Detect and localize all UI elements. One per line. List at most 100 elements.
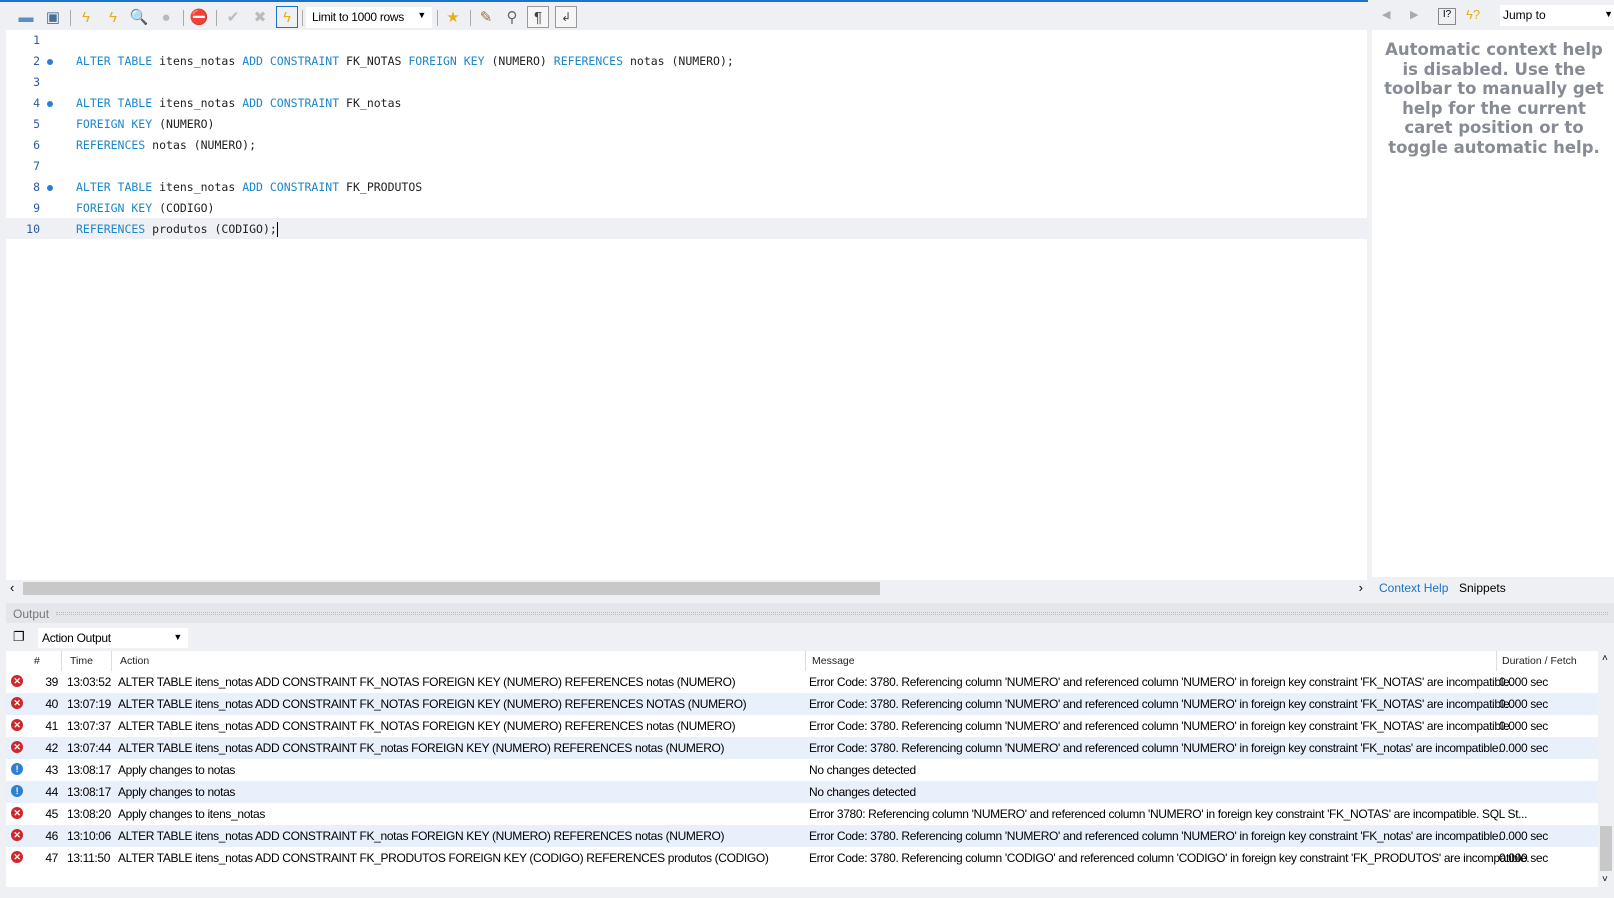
error-icon: ✕ [11, 675, 23, 687]
table-row[interactable]: ✕ 40 13:07:19 ALTER TABLE itens_notas AD… [6, 693, 1598, 715]
row-number: 47 [45, 851, 58, 865]
add-snippet-icon[interactable]: ★ [442, 6, 464, 28]
output-type-select[interactable]: Action Output ▼ [38, 628, 188, 648]
toggle-error-icon[interactable]: ⛔ [188, 6, 210, 28]
scroll-right-icon[interactable]: › [1359, 580, 1363, 595]
row-message: No changes detected [809, 763, 916, 777]
code-line[interactable]: ALTER TABLE itens_notas ADD CONSTRAINT F… [76, 180, 422, 194]
execute-current-icon[interactable]: ϟ [102, 6, 124, 28]
row-message: Error Code: 3780. Referencing column 'NU… [809, 829, 1502, 843]
execute-icon[interactable]: ϟ [75, 6, 97, 28]
sql-keyword: ADD CONSTRAINT [242, 96, 340, 110]
back-icon[interactable]: ◀ [1382, 8, 1390, 21]
column-header-action[interactable]: Action [120, 655, 149, 667]
row-message: Error Code: 3780. Referencing column 'NU… [809, 675, 1513, 689]
row-message: Error Code: 3780. Referencing column 'NU… [809, 741, 1502, 755]
chevron-down-icon: ▼ [417, 10, 426, 20]
table-row[interactable]: ✕ 46 13:10:06 ALTER TABLE itens_notas AD… [6, 825, 1598, 847]
error-icon: ✕ [11, 851, 23, 863]
row-action: ALTER TABLE itens_notas ADD CONSTRAINT F… [118, 719, 736, 733]
row-action: ALTER TABLE itens_notas ADD CONSTRAINT F… [118, 829, 725, 843]
table-row[interactable]: ✕ 39 13:03:52 ALTER TABLE itens_notas AD… [6, 671, 1598, 693]
table-row[interactable]: ✕ 42 13:07:44 ALTER TABLE itens_notas AD… [6, 737, 1598, 759]
limit-rows-select[interactable]: Limit to 1000 rows ▼ [306, 7, 432, 28]
output-panel-header: Output [6, 603, 1614, 623]
table-row[interactable]: ✕ 47 13:11:50 ALTER TABLE itens_notas AD… [6, 847, 1598, 869]
row-action: ALTER TABLE itens_notas ADD CONSTRAINT F… [118, 697, 747, 711]
row-time: 13:10:06 [67, 829, 111, 843]
jump-to-label: Jump to [1503, 8, 1546, 22]
save-icon[interactable]: ▣ [42, 6, 64, 28]
editor-horizontal-scrollbar[interactable]: ‹ › [6, 580, 1367, 597]
tab-context-help[interactable]: Context Help [1379, 581, 1448, 595]
statement-marker-icon [47, 59, 53, 65]
copy-icon[interactable]: ❐ [13, 629, 25, 645]
invisible-chars-icon[interactable]: ¶ [527, 6, 549, 28]
word-wrap-icon[interactable]: ↲ [555, 6, 577, 28]
row-duration: 0.000 sec [1499, 719, 1548, 733]
auto-help-icon[interactable]: ϟ? [1466, 7, 1480, 22]
code-line[interactable]: FOREIGN KEY (CODIGO) [76, 201, 214, 215]
forward-icon[interactable]: ▶ [1410, 8, 1418, 21]
context-help-message: Automatic context help is disabled. Use … [1384, 40, 1604, 157]
column-header-time[interactable]: Time [70, 655, 93, 667]
output-toolbar: ❐ Action Output ▼ [6, 625, 1614, 651]
scroll-up-icon[interactable]: ˄ [1602, 653, 1608, 664]
drag-handle[interactable] [56, 612, 1608, 615]
code-line[interactable]: REFERENCES notas (NUMERO); [76, 138, 256, 152]
row-action: Apply changes to itens_notas [118, 807, 265, 821]
column-header-number[interactable]: # [34, 655, 40, 667]
scrollbar-thumb[interactable] [23, 582, 880, 595]
row-number: 42 [45, 741, 58, 755]
scroll-down-icon[interactable]: ˅ [1602, 874, 1608, 885]
sql-keyword: REFERENCES [76, 138, 146, 152]
manual-help-icon[interactable]: I? [1438, 8, 1456, 25]
line-number: 1 [33, 33, 40, 47]
autocommit-icon[interactable]: ϟ [276, 6, 298, 28]
explain-icon[interactable]: 🔍 [128, 6, 150, 28]
sql-keyword: ADD CONSTRAINT [242, 180, 340, 194]
line-number: 5 [33, 117, 40, 131]
code-line[interactable]: ALTER TABLE itens_notas ADD CONSTRAINT F… [76, 54, 734, 68]
sql-text: notas (NUMERO); [145, 138, 257, 152]
line-number: 7 [33, 159, 40, 173]
table-row[interactable]: ! 43 13:08:17 Apply changes to notas No … [6, 759, 1598, 781]
right-panel-tabs: Context Help Snippets [1372, 578, 1614, 598]
text-caret [276, 222, 278, 237]
scrollbar-thumb[interactable] [1600, 826, 1612, 871]
row-time: 13:08:17 [67, 785, 111, 799]
sql-editor[interactable]: 1 2 ALTER TABLE itens_notas ADD CONSTRAINT… [6, 30, 1367, 580]
code-line[interactable]: FOREIGN KEY (NUMERO) [76, 117, 214, 131]
separator [70, 10, 71, 26]
scroll-left-icon[interactable]: ‹ [10, 580, 14, 595]
open-folder-icon[interactable]: ▬ [15, 6, 37, 28]
error-icon: ✕ [11, 807, 23, 819]
code-line[interactable]: ALTER TABLE itens_notas ADD CONSTRAINT F… [76, 96, 401, 110]
row-action: Apply changes to notas [118, 785, 236, 799]
table-row[interactable]: ! 44 13:08:17 Apply changes to notas No … [6, 781, 1598, 803]
beautify-icon[interactable]: ✎ [475, 6, 497, 28]
row-duration: 0.000 sec [1499, 741, 1548, 755]
line-number: 10 [26, 222, 40, 236]
rollback-icon[interactable]: ✖ [249, 6, 271, 28]
sql-keyword: ADD CONSTRAINT [242, 54, 340, 68]
tab-snippets[interactable]: Snippets [1459, 581, 1506, 595]
output-vertical-scrollbar[interactable]: ˄ ˅ [1598, 651, 1614, 887]
commit-icon[interactable]: ✔ [222, 6, 244, 28]
code-line[interactable]: REFERENCES produtos (CODIGO); [76, 222, 278, 237]
row-duration: 0.000 sec [1499, 829, 1548, 843]
row-duration: 0.000 sec [1499, 675, 1548, 689]
sql-text: FK_notas [339, 96, 402, 110]
column-header-message[interactable]: Message [812, 655, 855, 667]
jump-to-select[interactable]: Jump to ▼ [1500, 5, 1614, 26]
table-row[interactable]: ✕ 45 13:08:20 Apply changes to itens_not… [6, 803, 1598, 825]
sql-keyword: REFERENCES [553, 54, 624, 68]
table-row[interactable]: ✕ 41 13:07:37 ALTER TABLE itens_notas AD… [6, 715, 1598, 737]
line-number: 6 [33, 138, 40, 152]
find-icon[interactable]: ⚲ [501, 6, 523, 28]
separator [437, 10, 438, 26]
row-message: Error Code: 3780. Referencing column 'NU… [809, 719, 1513, 733]
sql-keyword: ALTER TABLE [76, 54, 153, 68]
stop-icon[interactable]: ● [155, 6, 177, 28]
column-header-duration[interactable]: Duration / Fetch [1502, 655, 1577, 667]
